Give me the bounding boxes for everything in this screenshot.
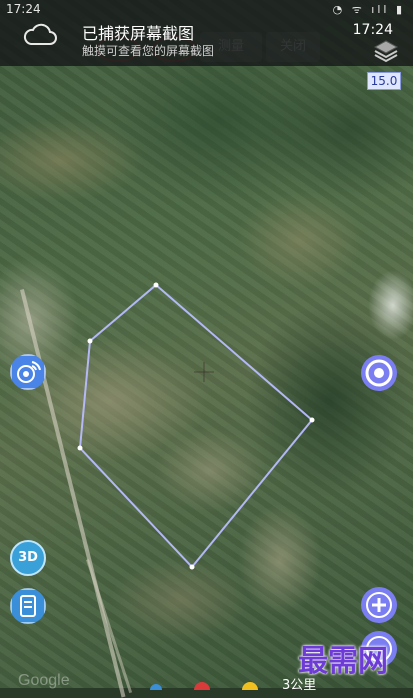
zoom-in-button[interactable] — [360, 586, 398, 624]
measure-polygon — [78, 283, 314, 569]
polygon-vertex — [309, 417, 315, 423]
watermark-text: 最需网 — [298, 644, 388, 679]
status-time: 17:24 — [6, 2, 41, 16]
google-logo: Google — [18, 672, 70, 689]
notification-time: 17:24 — [352, 22, 393, 38]
cloud-icon — [23, 23, 57, 45]
status-icons: ◔ ᯤ ıll ▮ — [332, 3, 405, 16]
document-button[interactable] — [10, 588, 46, 624]
measure-polygon-layer — [77, 282, 315, 570]
status-bar: 17:24 ◔ ᯤ ıll ▮ — [0, 0, 413, 18]
notification-subtitle: 触摸可查看您的屏幕截图 — [82, 44, 215, 58]
polygon-vertex — [153, 282, 159, 288]
notification-title: 已捕获屏幕截图 — [82, 24, 195, 43]
locate-button[interactable] — [10, 354, 46, 390]
notification-banner[interactable]: 17:24 ◔ ᯤ ıll ▮ 已捕获屏幕截图 触摸可查看您的屏幕截图 17:2… — [0, 0, 413, 66]
3d-toggle-button[interactable]: 3D — [10, 540, 46, 576]
polygon-vertex — [189, 564, 195, 570]
polygon-vertex — [77, 445, 83, 451]
layers-icon[interactable] — [373, 38, 399, 64]
polygon-vertex — [87, 338, 93, 344]
zoom-level-badge: 15.0 — [367, 72, 401, 90]
target-button[interactable] — [360, 354, 398, 392]
